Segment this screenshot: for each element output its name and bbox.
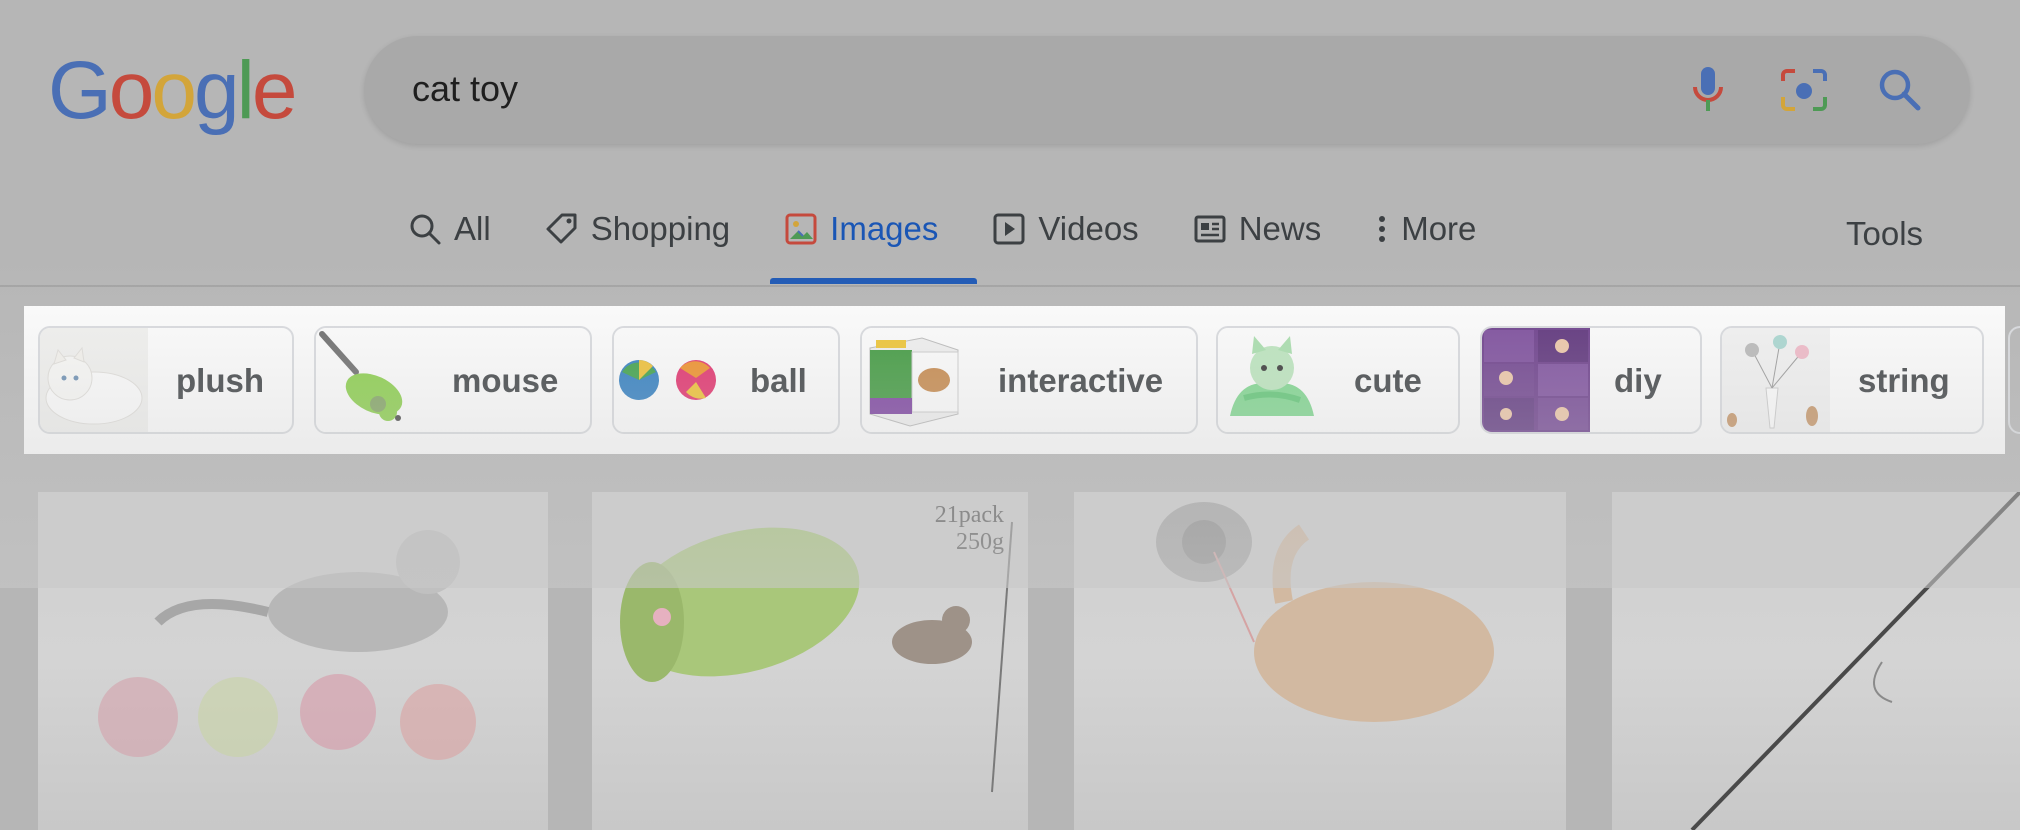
image-result[interactable]: 21pack 250g [592, 492, 1028, 830]
image-icon [785, 213, 817, 245]
divider [0, 285, 2020, 287]
tab-shopping[interactable]: Shopping [545, 210, 730, 248]
tab-label: All [454, 210, 491, 247]
tab-news[interactable]: News [1193, 210, 1322, 248]
chip-label: interactive [998, 362, 1164, 399]
image-result[interactable] [1612, 492, 2020, 830]
kitten-with-yarn-balls-image [98, 530, 476, 760]
colorful-balls-thumbnail [614, 328, 722, 432]
search-input[interactable]: cat toy [412, 68, 518, 110]
white-plush-cat-thumbnail [40, 328, 148, 432]
microphone-icon[interactable] [1680, 62, 1736, 118]
newspaper-icon [1194, 215, 1226, 243]
laser-toy-with-kitten-image [1156, 502, 1494, 722]
chip-mouse[interactable]: mouse [314, 326, 592, 434]
active-tab-indicator [770, 278, 977, 284]
tab-label: Images [830, 210, 939, 247]
image-result[interactable] [38, 492, 548, 830]
refinement-chips: plush mouse ball interactive cute diy st… [24, 306, 2020, 454]
play-icon [993, 213, 1025, 245]
image-result[interactable] [1074, 492, 1566, 830]
chip-label: diy [1614, 362, 1662, 399]
tab-more[interactable]: More [1375, 210, 1476, 248]
chip-partial[interactable] [2008, 326, 2020, 434]
chip-interactive[interactable]: interactive [860, 326, 1198, 434]
tab-label: More [1401, 210, 1477, 247]
logo-letter: G [48, 45, 112, 136]
search-icon [410, 214, 441, 245]
pack-count: 21pack [934, 502, 1004, 528]
google-logo[interactable]: Google [48, 45, 298, 136]
tab-videos[interactable]: Videos [992, 210, 1139, 248]
camera-lens-icon[interactable] [1776, 62, 1832, 118]
tab-images[interactable]: Images [784, 210, 938, 248]
chip-label: ball [750, 362, 807, 399]
tag-icon [546, 213, 577, 244]
tab-label: Videos [1038, 210, 1139, 247]
chip-diy[interactable]: diy [1480, 326, 1702, 434]
green-cat-plush-thumbnail [1218, 328, 1326, 432]
diy-collage-thumbnail [1482, 328, 1590, 432]
chip-ball[interactable]: ball [612, 326, 840, 434]
logo-letter: o [151, 45, 197, 136]
pack-weight: 250g [956, 529, 1004, 555]
chip-label: mouse [452, 362, 559, 399]
logo-letter: e [251, 45, 298, 136]
chip-label: plush [176, 362, 264, 399]
tab-all[interactable]: All [408, 210, 491, 248]
interactive-cat-toy-box-thumbnail [862, 328, 970, 432]
chip-cute[interactable]: cute [1216, 326, 1460, 434]
pack-badge: 21pack 250g [935, 502, 1004, 556]
wand-toy-image [1690, 492, 2020, 830]
chip-label: string [1858, 362, 1950, 399]
tab-label: News [1238, 210, 1322, 247]
image-results: 21pack 250g [0, 492, 2020, 830]
string-feather-toys-thumbnail [1722, 328, 1830, 432]
tab-label: Shopping [590, 210, 731, 247]
logo-letter: g [194, 45, 240, 136]
logo-letter: l [236, 45, 255, 136]
chip-string[interactable]: string [1720, 326, 1984, 434]
more-vert-icon [1379, 216, 1386, 242]
chip-plush[interactable]: plush [38, 326, 294, 434]
tools-button[interactable]: Tools [1846, 215, 1923, 253]
green-toy-mouse-thumbnail [316, 328, 424, 432]
logo-letter: o [108, 45, 155, 136]
search-box[interactable]: cat toy [364, 36, 1970, 144]
search-tabs: All Shopping Images Videos News More [408, 210, 1530, 248]
chip-label: cute [1354, 362, 1422, 399]
search-icon[interactable] [1872, 62, 1928, 118]
